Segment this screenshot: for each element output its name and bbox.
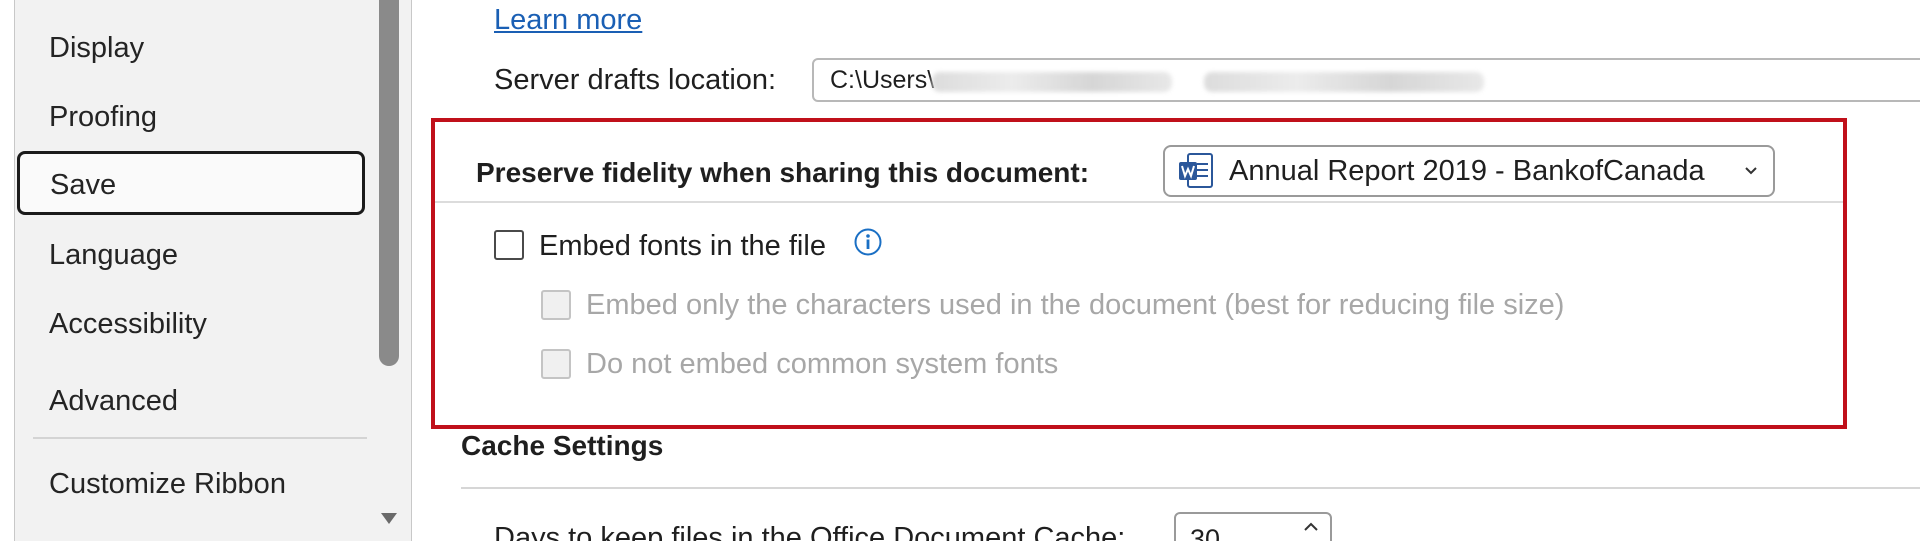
nav-item-save[interactable]: Save bbox=[17, 151, 365, 215]
nav-item-display[interactable]: Display bbox=[49, 18, 144, 78]
server-drafts-label: Server drafts location: bbox=[494, 64, 777, 96]
days-to-keep-value: 30 bbox=[1190, 524, 1221, 541]
info-icon[interactable] bbox=[853, 227, 883, 257]
nav-item-advanced[interactable]: Advanced bbox=[49, 371, 178, 431]
nav-item-customize-ribbon[interactable]: Customize Ribbon bbox=[49, 454, 286, 514]
word-document-icon bbox=[1179, 153, 1213, 188]
days-to-keep-label: Days to keep files in the Office Documen… bbox=[494, 522, 1126, 541]
scroll-down-arrow-icon[interactable] bbox=[379, 508, 399, 528]
embed-only-characters-checkbox[interactable] bbox=[541, 290, 571, 320]
preserve-fidelity-label: Preserve fidelity when sharing this docu… bbox=[476, 157, 1090, 188]
learn-more-link[interactable]: Learn more bbox=[494, 4, 642, 37]
nav-item-proofing[interactable]: Proofing bbox=[49, 87, 157, 147]
nav-divider bbox=[33, 437, 367, 439]
cache-settings-divider bbox=[461, 487, 1920, 489]
section-divider bbox=[435, 201, 1843, 203]
document-select-dropdown[interactable]: Annual Report 2019 - BankofCanada bbox=[1163, 145, 1775, 197]
nav-item-accessibility[interactable]: Accessibility bbox=[49, 294, 207, 354]
chevron-down-icon bbox=[1745, 167, 1757, 175]
server-drafts-location-input[interactable]: C:\Users\ bbox=[812, 58, 1920, 102]
nav-item-language[interactable]: Language bbox=[49, 225, 178, 285]
server-drafts-path-text: C:\Users\ bbox=[830, 66, 935, 94]
redacted-path-segment bbox=[1204, 72, 1484, 92]
do-not-embed-system-fonts-label: Do not embed common system fonts bbox=[586, 348, 1059, 380]
word-options-save-page: Display Proofing Save Language Accessibi… bbox=[0, 0, 1920, 541]
chevron-up-icon[interactable] bbox=[1302, 520, 1320, 534]
options-navigation: Display Proofing Save Language Accessibi… bbox=[14, 0, 412, 541]
embed-only-characters-label: Embed only the characters used in the do… bbox=[586, 289, 1565, 321]
document-select-value: Annual Report 2019 - BankofCanada bbox=[1229, 155, 1705, 187]
days-to-keep-spinner[interactable]: 30 bbox=[1174, 512, 1332, 541]
nav-scrollbar-thumb[interactable] bbox=[379, 0, 399, 366]
cache-settings-heading: Cache Settings bbox=[461, 430, 664, 461]
redacted-path-segment bbox=[932, 72, 1172, 92]
embed-fonts-checkbox[interactable] bbox=[494, 230, 524, 260]
embed-fonts-label[interactable]: Embed fonts in the file bbox=[539, 230, 826, 263]
do-not-embed-system-fonts-checkbox[interactable] bbox=[541, 349, 571, 379]
